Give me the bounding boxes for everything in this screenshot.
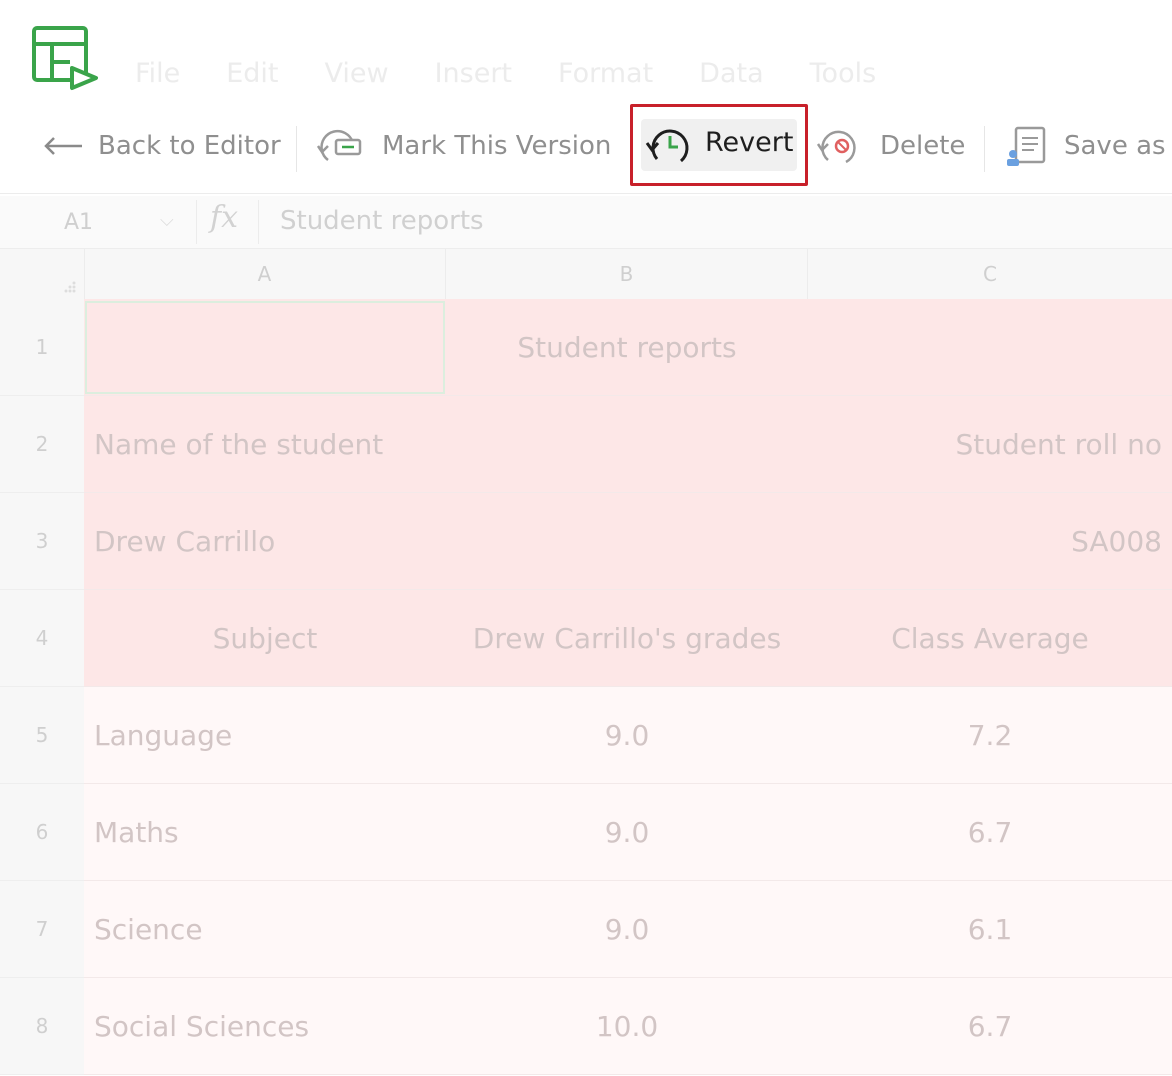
revert-label: Revert	[705, 127, 794, 158]
formula-divider	[258, 200, 259, 244]
table-row: 5 Language 9.0 7.2	[0, 687, 1172, 784]
spreadsheet-grid: 1 Student reports 2 Name of the student …	[0, 299, 1172, 1076]
column-header-a[interactable]: A	[84, 249, 446, 299]
cell-c1[interactable]	[808, 299, 1172, 396]
toolbar-divider	[296, 126, 297, 172]
table-row: 8 Social Sciences 10.0 6.7	[0, 978, 1172, 1075]
version-toolbar: Back to Editor Mark This Version Delete	[0, 104, 1172, 190]
cell-b8[interactable]: 10.0	[446, 978, 808, 1075]
menu-bar: File Edit View Insert Format Data Tools	[135, 56, 922, 92]
cell-b7[interactable]: 9.0	[446, 881, 808, 978]
cell-a8[interactable]: Social Sciences	[84, 978, 446, 1075]
column-header-b[interactable]: B	[446, 249, 808, 299]
cell-b2[interactable]	[446, 396, 808, 493]
cell-a5[interactable]: Language	[84, 687, 446, 784]
save-as-icon	[1004, 124, 1048, 168]
row-header[interactable]: 1	[0, 299, 84, 396]
table-row: 6 Maths 9.0 6.7	[0, 784, 1172, 881]
column-header-row: A B C	[0, 249, 1172, 299]
cell-b4[interactable]: Drew Carrillo's grades	[446, 590, 808, 687]
cell-b6[interactable]: 9.0	[446, 784, 808, 881]
table-row: 1 Student reports	[0, 299, 1172, 396]
mark-this-version-button[interactable]: Mark This Version	[314, 122, 611, 170]
menu-edit[interactable]: Edit	[226, 56, 278, 92]
cell-c4[interactable]: Class Average	[808, 590, 1172, 687]
cell-c2[interactable]: Student roll no	[808, 396, 1172, 493]
column-header-c[interactable]: C	[808, 249, 1172, 299]
mark-this-version-label: Mark This Version	[382, 131, 612, 161]
table-row: 3 Drew Carrillo SA008	[0, 493, 1172, 590]
mark-version-icon	[314, 124, 364, 168]
delete-version-button[interactable]: Delete	[816, 122, 965, 170]
cell-b5[interactable]: 9.0	[446, 687, 808, 784]
row-header[interactable]: 3	[0, 493, 84, 590]
cell-c5[interactable]: 7.2	[808, 687, 1172, 784]
formula-input[interactable]: Student reports	[280, 206, 484, 236]
menu-format[interactable]: Format	[558, 56, 653, 92]
menu-tools[interactable]: Tools	[810, 56, 877, 92]
table-row: 2 Name of the student Student roll no	[0, 396, 1172, 493]
row-header[interactable]: 4	[0, 590, 84, 687]
cell-reference-box[interactable]: A1	[64, 210, 93, 235]
row-header[interactable]: 8	[0, 978, 84, 1075]
cell-c6[interactable]: 6.7	[808, 784, 1172, 881]
table-row: 7 Science 9.0 6.1	[0, 881, 1172, 978]
cell-c7[interactable]: 6.1	[808, 881, 1172, 978]
row-header[interactable]: 7	[0, 881, 84, 978]
delete-version-icon	[816, 124, 862, 168]
chevron-down-icon[interactable]: ⌵	[160, 210, 174, 231]
cell-a1[interactable]	[84, 299, 446, 396]
select-all-corner[interactable]	[0, 249, 85, 299]
cell-b3[interactable]	[446, 493, 808, 590]
cell-a7[interactable]: Science	[84, 881, 446, 978]
menu-file[interactable]: File	[135, 56, 180, 92]
function-icon[interactable]: fx	[210, 200, 238, 235]
app-logo-icon[interactable]	[30, 24, 100, 94]
row-header[interactable]: 2	[0, 396, 84, 493]
save-as-label: Save as	[1064, 131, 1166, 161]
table-row: 4 Subject Drew Carrillo's grades Class A…	[0, 590, 1172, 687]
revert-button[interactable]: Revert	[630, 104, 808, 186]
cell-a2[interactable]: Name of the student	[84, 396, 446, 493]
toolbar-divider-line	[0, 193, 1172, 194]
back-to-editor-label: Back to Editor	[98, 131, 281, 161]
menu-insert[interactable]: Insert	[435, 56, 512, 92]
formula-bar: A1 ⌵ fx Student reports	[0, 196, 1172, 249]
delete-label: Delete	[880, 131, 966, 161]
cell-c8[interactable]: 6.7	[808, 978, 1172, 1075]
back-to-editor-button[interactable]: Back to Editor	[42, 122, 281, 170]
cell-a6[interactable]: Maths	[84, 784, 446, 881]
formula-divider	[196, 200, 197, 244]
arrow-left-icon	[42, 134, 84, 158]
cell-c3[interactable]: SA008	[808, 493, 1172, 590]
cell-b1[interactable]: Student reports	[446, 299, 808, 396]
save-as-button[interactable]: Save as	[1004, 122, 1166, 170]
revert-history-icon	[645, 125, 691, 172]
cell-a4[interactable]: Subject	[84, 590, 446, 687]
menu-data[interactable]: Data	[699, 56, 763, 92]
row-header[interactable]: 5	[0, 687, 84, 784]
toolbar-divider	[984, 126, 985, 172]
row-header[interactable]: 6	[0, 784, 84, 881]
menu-view[interactable]: View	[324, 56, 388, 92]
cell-a3[interactable]: Drew Carrillo	[84, 493, 446, 590]
